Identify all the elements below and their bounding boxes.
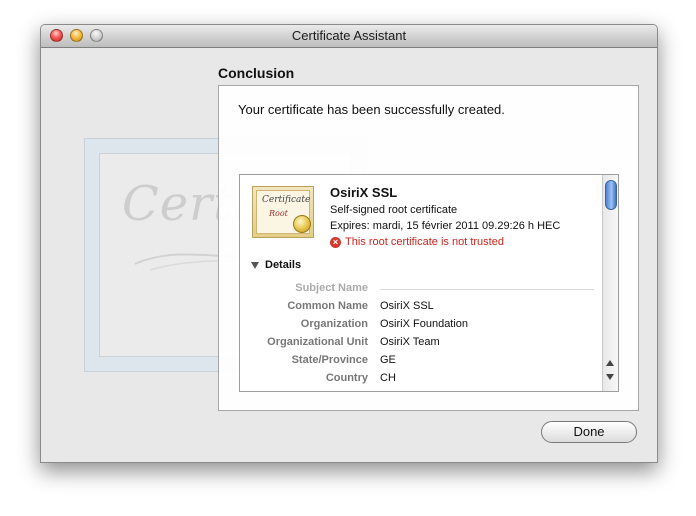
detail-row-common-name: Common Name OsiriX SSL bbox=[240, 300, 600, 316]
detail-row-country: Country CH bbox=[240, 372, 600, 388]
certificate-assistant-window: Certificate Assistant Certif Conclusion … bbox=[40, 24, 658, 463]
certificate-view[interactable]: Certificate Root OsiriX SSL Self-signed … bbox=[239, 174, 619, 392]
detail-row-organization: Organization OsiriX Foundation bbox=[240, 318, 600, 334]
title-bar[interactable]: Certificate Assistant bbox=[41, 25, 657, 48]
detail-row-state-province: State/Province GE bbox=[240, 354, 600, 370]
done-button[interactable]: Done bbox=[541, 421, 637, 443]
detail-label: Country bbox=[325, 372, 368, 384]
success-message: Your certificate has been successfully c… bbox=[238, 102, 505, 117]
detail-label: Organizational Unit bbox=[267, 336, 368, 348]
certificate-icon-word: Certificate bbox=[262, 195, 311, 205]
detail-label: Common Name bbox=[287, 300, 368, 312]
content-panel: Your certificate has been successfully c… bbox=[218, 85, 639, 411]
seal-icon bbox=[293, 215, 311, 233]
section-heading: Conclusion bbox=[218, 65, 295, 81]
detail-label: Organization bbox=[300, 318, 368, 330]
window-title: Certificate Assistant bbox=[291, 28, 407, 43]
certificate-type: Self-signed root certificate bbox=[330, 204, 458, 216]
certificate-icon-root: Root bbox=[269, 209, 288, 218]
scroll-down-arrow-icon[interactable] bbox=[606, 374, 614, 380]
details-label: Details bbox=[265, 259, 302, 271]
scroll-up-arrow-icon[interactable] bbox=[606, 360, 614, 366]
scroll-thumb[interactable] bbox=[605, 180, 617, 210]
detail-value: GE bbox=[380, 354, 396, 366]
detail-value: CH bbox=[380, 372, 396, 384]
trust-warning: × This root certificate is not trusted bbox=[330, 236, 504, 248]
certificate-expiry: Expires: mardi, 15 février 2011 09.29:26… bbox=[330, 220, 561, 232]
details-disclosure[interactable]: Details bbox=[251, 259, 301, 271]
detail-row-organizational-unit: Organizational Unit OsiriX Team bbox=[240, 336, 600, 352]
detail-label: Subject Name bbox=[295, 282, 368, 294]
detail-row-subject-name: Subject Name bbox=[240, 282, 600, 298]
detail-value: OsiriX SSL bbox=[380, 300, 434, 312]
detail-value: OsiriX Team bbox=[380, 336, 440, 348]
vertical-scrollbar[interactable] bbox=[602, 175, 618, 391]
trust-warning-text: This root certificate is not trusted bbox=[345, 236, 504, 248]
disclosure-triangle-icon[interactable] bbox=[251, 262, 259, 269]
certificate-icon: Certificate Root bbox=[252, 186, 314, 238]
detail-label: State/Province bbox=[291, 354, 368, 366]
error-icon: × bbox=[330, 236, 341, 248]
divider bbox=[380, 289, 594, 290]
detail-value: OsiriX Foundation bbox=[380, 318, 469, 330]
certificate-name: OsiriX SSL bbox=[330, 185, 398, 200]
